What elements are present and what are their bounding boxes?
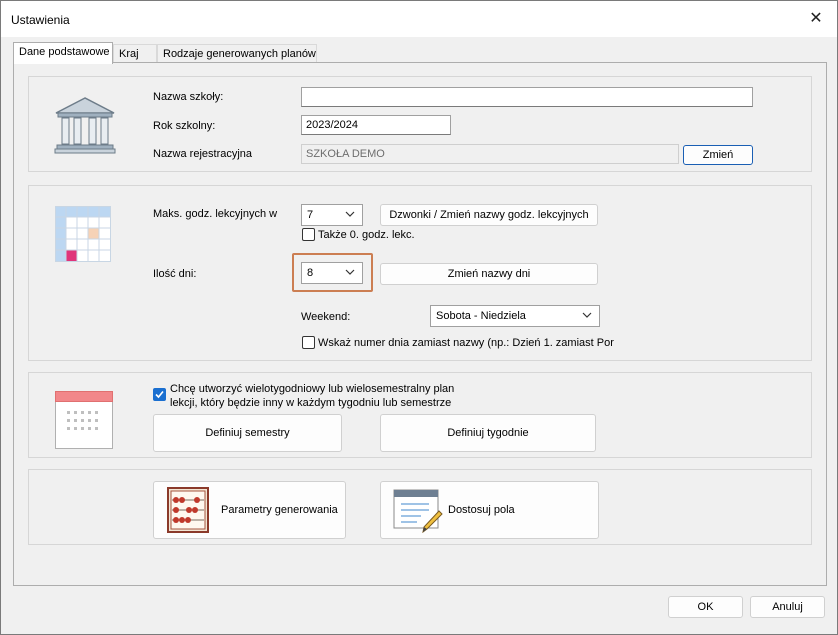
weekend-value: Sobota - Niedziela [436,310,526,322]
days-count-label: Ilość dni: [153,268,197,280]
define-semesters-button[interactable]: Definiuj semestry [153,414,342,452]
tab-panel-dane-podstawowe: Nazwa szkoły: Rok szkolny: 2023/2024 Naz… [13,62,827,586]
change-registration-button[interactable]: Zmień [683,145,753,165]
generation-group: Parametry generowania Dostosuj pola [28,469,812,545]
school-group: Nazwa szkoły: Rok szkolny: 2023/2024 Naz… [28,76,812,172]
calendar-icon [55,391,113,449]
zero-hour-checkbox[interactable] [302,228,315,241]
rename-days-button[interactable]: Zmień nazwy dni [380,263,598,285]
tab-dane-podstawowe[interactable]: Dane podstawowe [13,42,113,64]
show-day-number-checkbox[interactable] [302,336,315,349]
cancel-button[interactable]: Anuluj [750,596,825,618]
registration-name-label: Nazwa rejestracyjna [153,148,253,160]
checkmark-icon [155,390,164,399]
customize-fields-label: Dostosuj pola [448,504,515,516]
ok-button[interactable]: OK [668,596,743,618]
multi-week-plan-label-line1: Chcę utworzyć wielotygodniowy lub wielos… [170,383,455,395]
multi-week-plan-checkbox[interactable] [153,388,166,401]
chevron-down-icon [345,211,355,217]
zero-hour-label: Także 0. godz. lekc. [318,229,415,241]
generation-parameters-label: Parametry generowania [221,504,338,516]
bells-rename-hours-button[interactable]: Dzwonki / Zmień nazwy godz. lekcyjnych [380,204,598,226]
title-bar: Ustawienia ✕ [1,1,837,37]
semesters-group: Chcę utworzyć wielotygodniowy lub wielos… [28,372,812,458]
max-lessons-label: Maks. godz. lekcyjnych w [153,208,278,220]
define-weeks-button[interactable]: Definiuj tygodnie [380,414,596,452]
chevron-down-icon [345,269,355,275]
window-title: Ustawienia [11,13,70,27]
school-name-label: Nazwa szkoły: [153,91,224,103]
abacus-icon [167,487,209,533]
days-count-select[interactable]: 8 [301,262,363,284]
close-icon[interactable]: ✕ [803,7,829,31]
registration-name-input: SZKOŁA DEMO [301,144,679,164]
school-year-input[interactable]: 2023/2024 [301,115,451,135]
school-building-icon [54,97,116,154]
generation-parameters-button[interactable]: Parametry generowania [153,481,346,539]
school-name-input[interactable] [301,87,753,107]
weekend-label: Weekend: [301,311,351,323]
max-lessons-value: 7 [307,209,314,221]
days-count-value: 8 [307,267,314,279]
show-day-number-label: Wskaż numer dnia zamiast nazwy (np.: Dzi… [318,337,614,349]
edit-form-icon [393,489,443,533]
timetable-grid-icon [55,206,111,262]
multi-week-plan-label-line2: lekcji, który będzie inny w każdym tygod… [170,397,452,409]
max-lessons-select[interactable]: 7 [301,204,363,226]
customize-fields-button[interactable]: Dostosuj pola [380,481,599,539]
school-year-label: Rok szkolny: [153,120,216,132]
lessons-group: Maks. godz. lekcyjnych w 7 Dzwonki / Zmi… [28,185,812,361]
tab-kraj[interactable]: Kraj [113,44,157,64]
weekend-select[interactable]: Sobota - Niedziela [430,305,600,327]
settings-dialog: Ustawienia ✕ Dane podstawowe Kraj Rodzaj… [0,0,838,635]
tab-rodzaje-planow[interactable]: Rodzaje generowanych planów [157,44,317,64]
chevron-down-icon [582,312,592,318]
